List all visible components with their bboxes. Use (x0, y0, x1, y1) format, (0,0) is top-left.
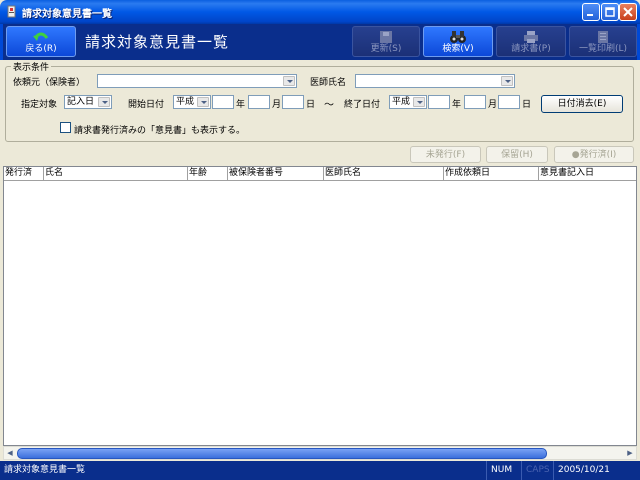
end-era-value: 平成 (392, 97, 411, 107)
window-title: 請求対象意見書一覧 (22, 9, 112, 20)
invoice-button-label: 請求書(P) (511, 44, 551, 54)
chevron-down-icon[interactable] (501, 76, 513, 86)
minimize-icon (587, 14, 593, 16)
column-header-request-date[interactable]: 作成依頼日 (444, 167, 539, 181)
end-year-input[interactable] (428, 95, 450, 109)
clear-date-button[interactable]: 日付消去(E) (541, 95, 623, 113)
show-issued-label: 請求書発行済みの「意見書」も表示する。 (74, 126, 246, 136)
hold-button[interactable]: 保留(H) (486, 146, 548, 163)
column-header-insured-number[interactable]: 被保険者番号 (228, 167, 324, 181)
start-year-unit: 年 (236, 100, 246, 110)
status-num: NUM (486, 461, 521, 480)
column-header-issued[interactable]: 発行済 (4, 167, 44, 181)
start-year-input[interactable] (212, 95, 234, 109)
end-date-label: 終了日付 (344, 100, 381, 110)
column-header-name[interactable]: 氏名 (44, 167, 188, 181)
filter-legend: 表示条件 (11, 60, 52, 73)
update-button[interactable]: 更新(S) (352, 26, 420, 57)
start-day-input[interactable] (282, 95, 304, 109)
start-month-unit: 月 (272, 100, 282, 110)
chevron-down-icon[interactable] (197, 97, 209, 107)
end-month-unit: 月 (488, 100, 498, 110)
horizontal-scrollbar[interactable]: ◀ ▶ (3, 446, 637, 460)
maximize-button[interactable] (601, 3, 619, 21)
chevron-down-icon[interactable] (98, 97, 110, 107)
doctor-label: 医師氏名 (310, 78, 347, 88)
close-button[interactable] (619, 3, 637, 21)
status-datetime: 2005/10/21 13:44 (553, 461, 640, 480)
end-era-combo[interactable]: 平成 (389, 95, 427, 109)
unissued-button[interactable]: 未発行(F) (410, 146, 481, 163)
start-day-unit: 日 (306, 100, 316, 110)
end-year-unit: 年 (452, 100, 462, 110)
invoice-button[interactable]: 請求書(P) (496, 26, 566, 57)
start-era-value: 平成 (176, 97, 195, 107)
screen-title: 請求対象意見書一覧 (85, 33, 230, 51)
show-issued-checkbox[interactable] (60, 122, 71, 133)
title-bar[interactable]: 請求対象意見書一覧 (0, 0, 640, 24)
date-range-tilde: 〜 (324, 100, 334, 111)
list-print-button[interactable]: 一覧印刷(L) (569, 26, 637, 57)
start-date-label: 開始日付 (128, 100, 165, 110)
target-label: 指定対象 (21, 100, 58, 110)
toolbar: 戻る(R) 請求対象意見書一覧 更新(S) 検索(V) 請求書(P) 一覧印刷(… (0, 24, 640, 60)
end-day-input[interactable] (498, 95, 520, 109)
start-month-input[interactable] (248, 95, 270, 109)
client-combo[interactable] (97, 74, 297, 88)
column-header-doctor-name[interactable]: 医師氏名 (324, 167, 444, 181)
status-bar: 請求対象意見書一覧 NUM CAPS 2005/10/21 13:44 (0, 461, 640, 480)
client-label: 依頼元（保険者） (13, 78, 86, 88)
minimize-button[interactable] (582, 3, 600, 21)
table-header: 発行済 氏名 年齢 被保険者番号 医師氏名 作成依頼日 意見書記入日 (4, 167, 636, 181)
target-combo[interactable]: 記入日 (64, 95, 112, 109)
chevron-down-icon[interactable] (413, 97, 425, 107)
back-button[interactable]: 戻る(R) (6, 26, 76, 57)
column-header-age[interactable]: 年齢 (188, 167, 228, 181)
target-combo-value: 記入日 (67, 97, 95, 107)
status-caps: CAPS (521, 461, 553, 480)
list-print-button-label: 一覧印刷(L) (578, 44, 628, 54)
scroll-right-icon[interactable]: ▶ (624, 448, 636, 459)
scroll-thumb[interactable] (17, 448, 547, 459)
search-button[interactable]: 検索(V) (423, 26, 493, 57)
doctor-combo[interactable] (355, 74, 515, 88)
start-era-combo[interactable]: 平成 (173, 95, 211, 109)
close-icon (623, 7, 633, 17)
search-button-label: 検索(V) (442, 44, 474, 54)
issued-button[interactable]: ●発行済(I) (554, 146, 634, 163)
app-icon (7, 5, 16, 18)
end-day-unit: 日 (522, 100, 532, 110)
scroll-left-icon[interactable]: ◀ (4, 448, 16, 459)
column-header-entry-date[interactable]: 意見書記入日 (539, 167, 636, 181)
chevron-down-icon[interactable] (283, 76, 295, 86)
maximize-icon (605, 7, 615, 17)
opinion-table[interactable]: 発行済 氏名 年齢 被保険者番号 医師氏名 作成依頼日 意見書記入日 (3, 166, 637, 446)
status-screen-name: 請求対象意見書一覧 (4, 465, 86, 475)
end-month-input[interactable] (464, 95, 486, 109)
back-button-label: 戻る(R) (25, 44, 57, 54)
update-button-label: 更新(S) (370, 44, 402, 54)
